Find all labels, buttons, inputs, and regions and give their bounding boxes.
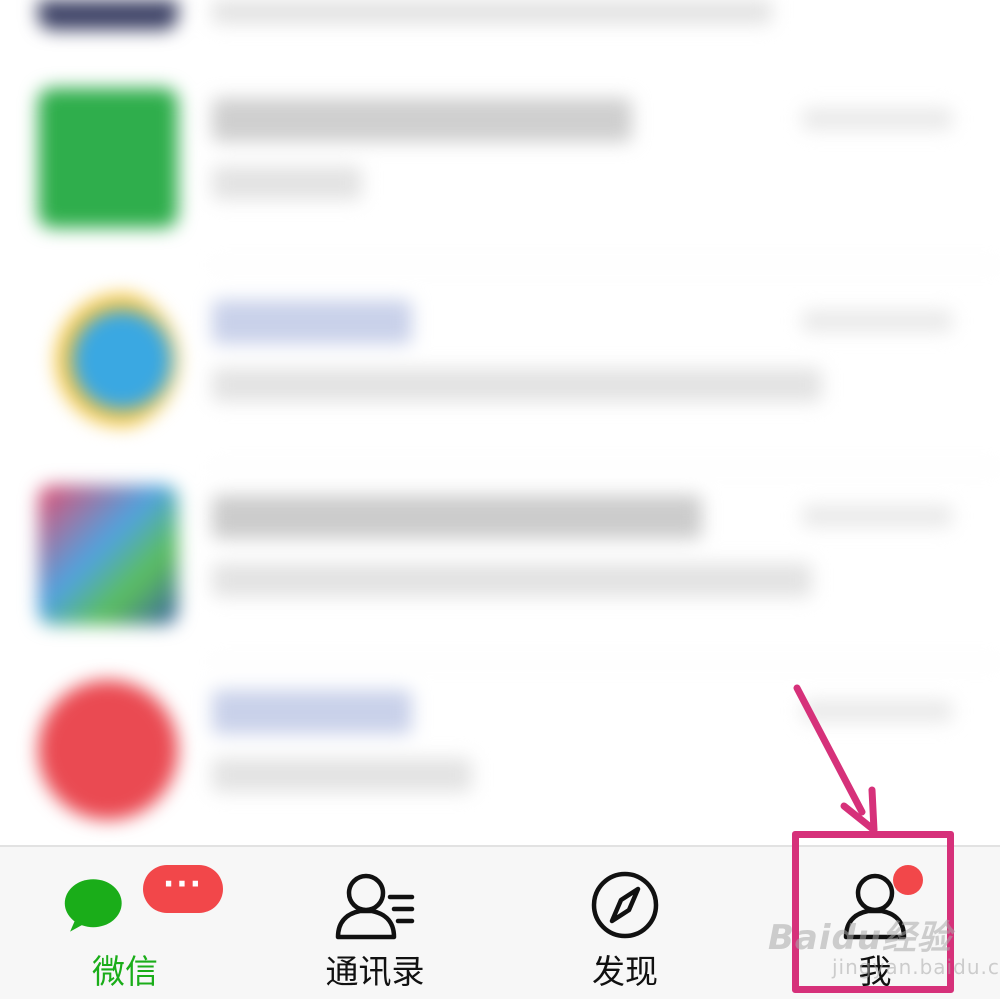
watermark-main: Baidu经验: [768, 918, 953, 958]
baidu-watermark: Baidu经验 jingyan.baidu.com: [768, 910, 1000, 990]
